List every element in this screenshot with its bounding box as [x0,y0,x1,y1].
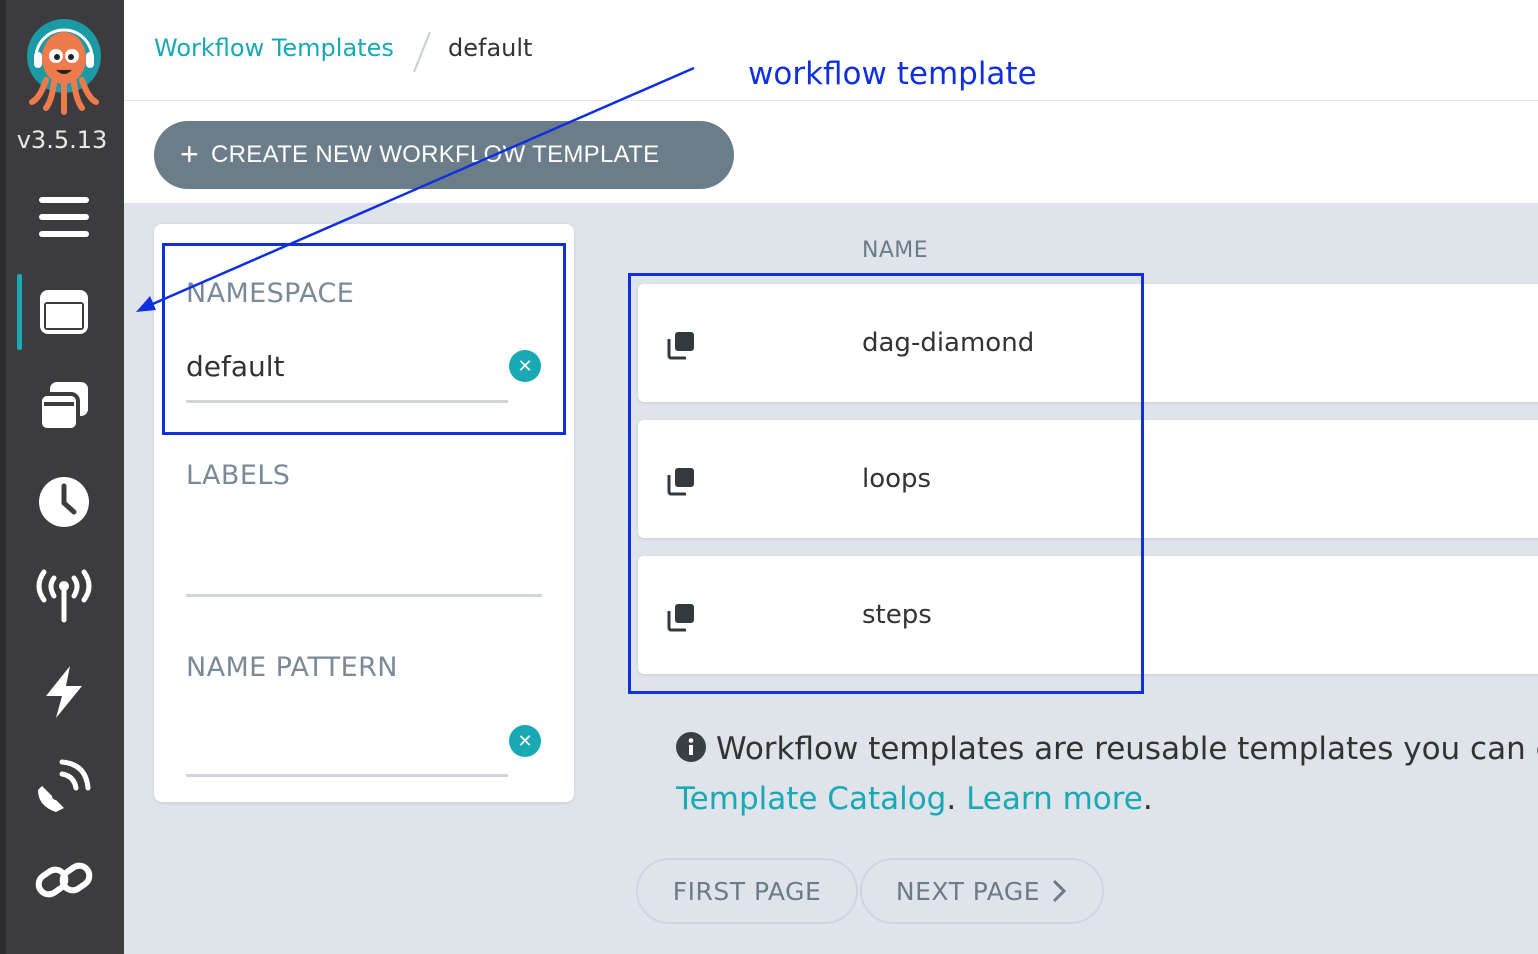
cluster-templates-icon[interactable] [34,376,94,436]
first-page-button[interactable]: FIRST PAGE [636,858,858,924]
name-pattern-label: NAME PATTERN [186,652,398,683]
name-pattern-clear-icon[interactable]: ✕ [509,725,541,757]
annotation-label: workflow template [748,56,1037,92]
annotation-box-namespace [162,243,566,435]
link-icon[interactable] [34,850,94,910]
workflow-templates-icon[interactable] [34,282,94,342]
first-page-label: FIRST PAGE [672,876,822,906]
chevron-right-icon [1053,879,1067,903]
active-nav-indicator [17,274,22,350]
labels-underline [186,594,542,597]
annotation-box-templates [628,273,1144,694]
create-button-label: CREATE NEW WORKFLOW TEMPLATE [211,141,660,168]
event-sources-icon[interactable] [34,566,94,626]
event-flow-icon[interactable] [34,756,94,816]
learn-more-link[interactable]: Learn more [966,781,1143,817]
next-page-label: NEXT PAGE [895,876,1041,906]
name-column-header: NAME [862,238,928,263]
argo-logo[interactable] [24,18,104,118]
info-icon [676,732,706,762]
sidebar: v3.5.13 [0,0,124,954]
info-text: Workflow templates are reusable template… [716,731,1538,767]
plus-icon: + [180,136,199,172]
create-workflow-template-button[interactable]: + CREATE NEW WORKFLOW TEMPLATE [154,121,734,189]
app-version: v3.5.13 [16,126,108,154]
info-separator: . [946,781,967,817]
labels-label: LABELS [186,460,291,491]
breadcrumb-separator [413,31,431,73]
menu-icon[interactable] [34,186,94,246]
cron-workflows-icon[interactable] [34,472,94,532]
next-page-button[interactable]: NEXT PAGE [860,858,1104,924]
name-pattern-underline [186,774,508,777]
template-catalog-link[interactable]: Template Catalog [676,781,946,817]
sensors-icon[interactable] [34,662,94,722]
action-bar: + CREATE NEW WORKFLOW TEMPLATE [124,101,1538,205]
info-end: . [1142,781,1153,817]
info-message: Workflow templates are reusable template… [676,724,1538,824]
breadcrumb-workflow-templates[interactable]: Workflow Templates [154,34,394,62]
breadcrumb-current: default [448,34,533,62]
